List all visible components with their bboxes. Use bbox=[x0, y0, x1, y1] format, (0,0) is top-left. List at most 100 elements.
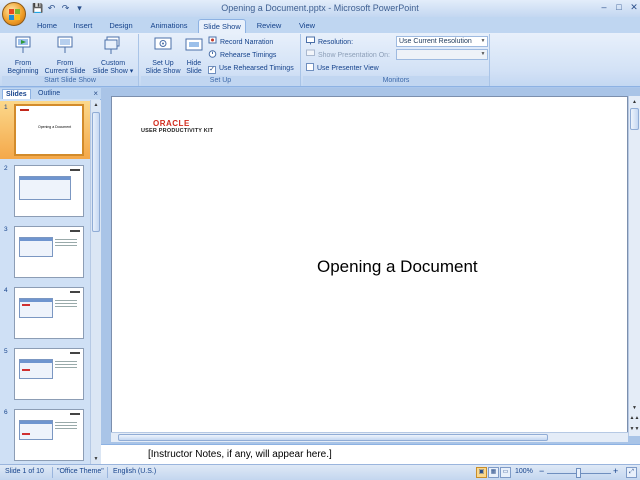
thumb-title: Opening a Document bbox=[38, 125, 72, 129]
record-narration-button[interactable]: Record Narration bbox=[208, 36, 273, 48]
scroll-down-icon[interactable]: ▼ bbox=[91, 454, 101, 464]
checkbox-icon bbox=[306, 63, 314, 71]
hide-slide-icon bbox=[185, 38, 203, 51]
chevron-down-icon: ▼ bbox=[480, 51, 486, 57]
slide-preview bbox=[14, 287, 84, 339]
oracle-logo: ORACLE USER PRODUCTIVITY KIT bbox=[141, 119, 213, 134]
slide-vertical-scrollbar[interactable]: ▲ ▲▲ ▼▼ ▼ bbox=[628, 96, 640, 436]
set-up-slide-show-button[interactable]: Set Up Slide Show bbox=[143, 35, 183, 76]
custom-slide-show-button[interactable]: Custom Slide Show ▾ bbox=[90, 35, 136, 76]
scrollbar-thumb[interactable] bbox=[92, 112, 100, 232]
scroll-up-icon[interactable]: ▲ bbox=[629, 97, 640, 107]
rehearse-timings-button[interactable]: Rehearse Timings bbox=[208, 49, 276, 61]
monitor-icon bbox=[306, 36, 315, 45]
slide-thumbnail-1[interactable]: 1 Opening a Document bbox=[0, 101, 90, 159]
screenshot-mini bbox=[19, 420, 53, 440]
tab-outline[interactable]: Outline bbox=[35, 89, 63, 99]
screenshot-mini bbox=[19, 359, 53, 379]
use-presenter-view-checkbox[interactable]: Use Presenter View bbox=[306, 63, 379, 75]
tab-home[interactable]: Home bbox=[30, 19, 64, 33]
scroll-down-icon[interactable]: ▼ bbox=[629, 404, 640, 413]
from-current-slide-button[interactable]: From Current Slide bbox=[42, 35, 88, 76]
slide-canvas[interactable]: ORACLE USER PRODUCTIVITY KIT Opening a D… bbox=[111, 96, 628, 436]
slide-title[interactable]: Opening a Document bbox=[317, 257, 478, 277]
tab-review[interactable]: Review bbox=[250, 19, 288, 33]
logo-mini bbox=[70, 230, 80, 232]
text-lines-mini bbox=[55, 361, 77, 362]
resolution-dropdown[interactable]: Use Current Resolution ▼ bbox=[396, 36, 488, 47]
status-bar: Slide 1 of 10 "Office Theme" English (U.… bbox=[0, 464, 640, 480]
previous-slide-icon[interactable]: ▲▲ bbox=[629, 414, 640, 423]
scroll-up-icon[interactable]: ▲ bbox=[91, 100, 101, 110]
custom-label: Custom bbox=[100, 60, 126, 67]
group-label-monitors: Monitors bbox=[303, 76, 489, 86]
hide-slide-button[interactable]: Hide Slide bbox=[183, 35, 205, 76]
slide-show-icon[interactable]: ▭ bbox=[500, 467, 511, 478]
tab-view[interactable]: View bbox=[290, 19, 324, 33]
slide-thumbnail-2[interactable]: 2 bbox=[0, 162, 90, 220]
panel-tabs: Slides Outline × bbox=[0, 88, 101, 99]
group-start-slide-show: From Beginning From Current Slide Custom… bbox=[2, 34, 139, 86]
slide-sorter-icon[interactable]: ▦ bbox=[488, 467, 499, 478]
tab-insert[interactable]: Insert bbox=[66, 19, 100, 33]
panel-scrollbar[interactable]: ▲ ▼ bbox=[90, 100, 101, 464]
slide-thumbnail-6[interactable]: 6 bbox=[0, 406, 90, 464]
language[interactable]: English (U.S.) bbox=[113, 468, 156, 475]
ribbon-tabs: Home Insert Design Animations Slide Show… bbox=[0, 17, 640, 33]
slide-thumbnail-4[interactable]: 4 bbox=[0, 284, 90, 342]
from-current-label: From bbox=[56, 60, 74, 67]
oracle-wordmark: ORACLE bbox=[153, 119, 190, 128]
upk-wordmark: USER PRODUCTIVITY KIT bbox=[141, 128, 214, 134]
rehearse-timings-label: Rehearse Timings bbox=[220, 52, 277, 59]
slide-preview bbox=[14, 409, 84, 461]
slide-horizontal-scrollbar[interactable] bbox=[111, 432, 628, 442]
use-rehearsed-label: Use Rehearsed Timings bbox=[219, 65, 294, 72]
show-presentation-on-label-row: Show Presentation On: bbox=[306, 49, 390, 61]
fit-to-window-icon[interactable]: ⤢ bbox=[626, 467, 637, 478]
zoom-slider-thumb[interactable] bbox=[576, 468, 581, 478]
zoom-out-button[interactable]: − bbox=[539, 466, 544, 476]
zoom-in-button[interactable]: + bbox=[613, 466, 618, 476]
slide-count: Slide 1 of 10 bbox=[5, 468, 44, 475]
slide-preview: Opening a Document bbox=[14, 104, 84, 156]
text-lines-mini bbox=[55, 239, 77, 240]
close-icon[interactable]: × bbox=[93, 88, 98, 99]
group-label-start: Start Slide Show bbox=[2, 76, 138, 86]
from-beginning-button[interactable]: From Beginning bbox=[4, 35, 42, 76]
minimize-button[interactable]: ‒ bbox=[600, 2, 608, 13]
notes-pane[interactable]: [Instructor Notes, if any, will appear h… bbox=[101, 444, 640, 464]
normal-view-icon[interactable]: ▣ bbox=[476, 467, 487, 478]
from-beginning-label-2: Beginning bbox=[7, 68, 39, 75]
theme-name: "Office Theme" bbox=[57, 468, 104, 475]
text-lines-mini bbox=[55, 422, 77, 423]
tab-slide-show[interactable]: Slide Show bbox=[198, 19, 246, 33]
use-rehearsed-timings-checkbox[interactable]: ✓ Use Rehearsed Timings bbox=[208, 63, 294, 75]
logo-mini bbox=[70, 291, 80, 293]
scrollbar-thumb[interactable] bbox=[118, 434, 548, 441]
notes-text: [Instructor Notes, if any, will appear h… bbox=[148, 449, 332, 460]
slide-number: 4 bbox=[4, 287, 8, 294]
zoom-level[interactable]: 100% bbox=[515, 468, 533, 475]
office-button[interactable] bbox=[2, 2, 26, 26]
custom-show-icon bbox=[104, 36, 120, 54]
close-button[interactable]: ✕ bbox=[630, 2, 638, 13]
from-beginning-label: From bbox=[14, 60, 32, 67]
scrollbar-thumb[interactable] bbox=[630, 108, 639, 130]
group-set-up: Set Up Slide Show Hide Slide Record Narr… bbox=[141, 34, 301, 86]
maximize-button[interactable]: □ bbox=[615, 2, 623, 13]
tab-design[interactable]: Design bbox=[102, 19, 140, 33]
slide-number: 3 bbox=[4, 226, 8, 233]
tab-slides[interactable]: Slides bbox=[2, 89, 31, 99]
tab-animations[interactable]: Animations bbox=[142, 19, 196, 33]
custom-label-2: Slide Show ▾ bbox=[92, 68, 134, 75]
slide-preview bbox=[14, 226, 84, 278]
slide-thumbnail-5[interactable]: 5 bbox=[0, 345, 90, 403]
oracle-logo-mini bbox=[20, 109, 29, 111]
slide-thumbnail-3[interactable]: 3 bbox=[0, 223, 90, 281]
monitor-icon bbox=[306, 49, 315, 56]
slide-number: 5 bbox=[4, 348, 8, 355]
next-slide-icon[interactable]: ▼▼ bbox=[629, 425, 640, 434]
from-current-label-2: Current Slide bbox=[44, 68, 86, 75]
show-on-label: Show Presentation On: bbox=[318, 52, 390, 59]
show-presentation-on-dropdown[interactable]: ▼ bbox=[396, 49, 488, 60]
